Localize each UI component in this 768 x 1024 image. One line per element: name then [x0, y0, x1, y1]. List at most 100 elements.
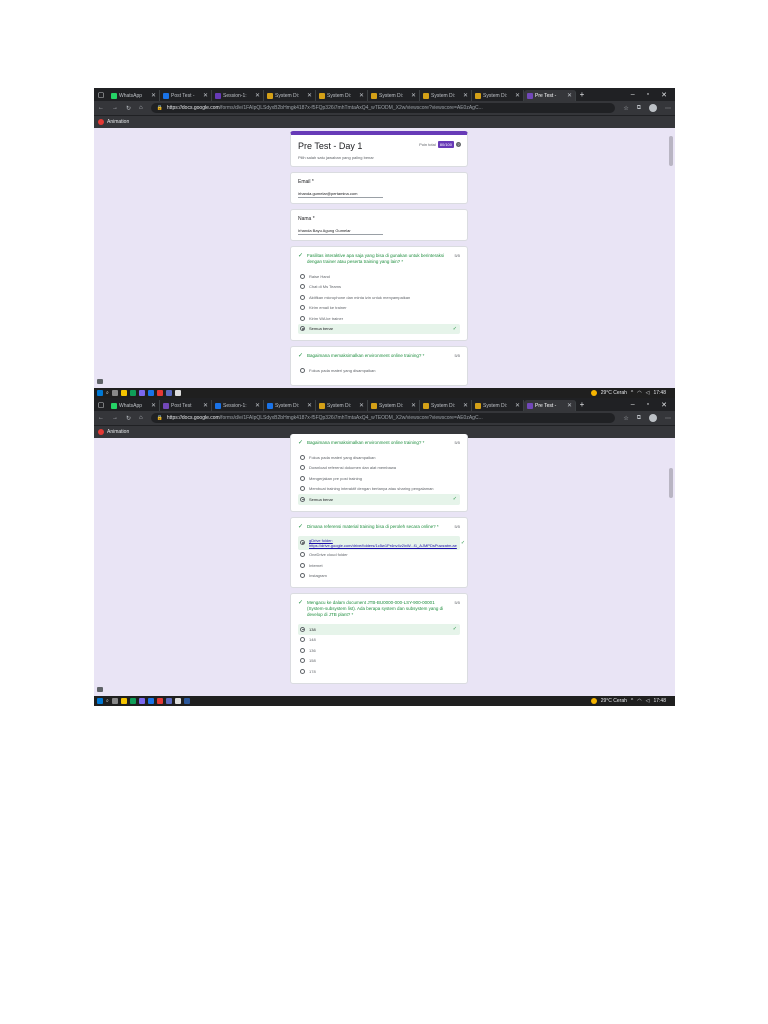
- pinned-app-icon[interactable]: [174, 698, 181, 704]
- file-explorer-icon[interactable]: [120, 390, 127, 396]
- clock[interactable]: 17:48: [653, 390, 666, 396]
- close-tab-icon[interactable]: ✕: [359, 402, 364, 409]
- clock[interactable]: 17:48: [653, 698, 666, 704]
- teams-icon[interactable]: [165, 390, 172, 396]
- browser-tab[interactable]: System Di: ✕: [420, 400, 472, 411]
- weather-text[interactable]: 29°C Cerah: [601, 390, 627, 396]
- close-tab-icon[interactable]: ✕: [567, 92, 572, 99]
- scrollbar[interactable]: [669, 468, 673, 498]
- search-icon[interactable]: ⌕: [106, 390, 109, 396]
- forward-icon[interactable]: →: [112, 415, 118, 421]
- minimize-icon[interactable]: –: [631, 91, 635, 99]
- browser-tab[interactable]: System Di: ✕: [316, 90, 368, 101]
- edge-icon[interactable]: [129, 698, 136, 704]
- forward-icon[interactable]: →: [112, 105, 118, 111]
- browser-tab[interactable]: System Di: ✕: [368, 400, 420, 411]
- weather-text[interactable]: 29°C Cerah: [601, 698, 627, 704]
- collections-icon[interactable]: ⧉: [637, 415, 641, 422]
- profile-avatar[interactable]: [649, 414, 657, 422]
- back-icon[interactable]: ←: [98, 105, 104, 111]
- volume-icon[interactable]: ◁: [646, 698, 650, 704]
- close-tab-icon[interactable]: ✕: [307, 402, 312, 409]
- browser-tab[interactable]: WhatsApp ✕: [108, 400, 160, 411]
- chat-icon[interactable]: [97, 379, 103, 384]
- pinned-app-icon[interactable]: [156, 698, 163, 704]
- close-tab-icon[interactable]: ✕: [463, 92, 468, 99]
- browser-tab[interactable]: Pre Test - ✕: [524, 400, 576, 411]
- minimize-icon[interactable]: –: [631, 401, 635, 409]
- browser-tab[interactable]: System Di: ✕: [472, 90, 524, 101]
- browser-tab[interactable]: Session-1: ✕: [212, 400, 264, 411]
- favorites-icon[interactable]: ☆: [623, 415, 628, 422]
- browser-tab[interactable]: Session-1: ✕: [212, 90, 264, 101]
- close-tab-icon[interactable]: ✕: [203, 92, 208, 99]
- restore-icon[interactable]: ▫: [647, 91, 649, 99]
- new-tab-button[interactable]: +: [576, 90, 588, 99]
- browser-tab[interactable]: System Di: ✕: [264, 400, 316, 411]
- volume-icon[interactable]: ◁: [646, 390, 650, 396]
- browser-tab[interactable]: Pre Test - ✕: [524, 90, 576, 101]
- store-icon[interactable]: [138, 698, 145, 704]
- close-tab-icon[interactable]: ✕: [359, 92, 364, 99]
- mail-icon[interactable]: [147, 390, 154, 396]
- chevron-up-icon[interactable]: ^: [631, 698, 633, 704]
- pinned-app-icon[interactable]: [174, 390, 181, 396]
- help-icon[interactable]: ?: [456, 142, 461, 147]
- start-icon[interactable]: [97, 698, 103, 704]
- reload-icon[interactable]: ↻: [126, 105, 131, 112]
- browser-tab[interactable]: System Di: ✕: [420, 90, 472, 101]
- close-tab-icon[interactable]: ✕: [515, 402, 520, 409]
- close-tab-icon[interactable]: ✕: [411, 92, 416, 99]
- close-tab-icon[interactable]: ✕: [411, 402, 416, 409]
- close-tab-icon[interactable]: ✕: [151, 92, 156, 99]
- teams-icon[interactable]: [165, 698, 172, 704]
- browser-tab[interactable]: Post Test ✕: [160, 400, 212, 411]
- close-tab-icon[interactable]: ✕: [255, 402, 260, 409]
- task-view-icon[interactable]: [111, 390, 118, 396]
- tab-actions-icon[interactable]: ▢: [94, 88, 108, 101]
- restore-icon[interactable]: ▫: [647, 401, 649, 409]
- favorites-icon[interactable]: ☆: [623, 105, 628, 112]
- new-tab-button[interactable]: +: [576, 400, 588, 409]
- more-menu-icon[interactable]: ⋯: [665, 105, 671, 112]
- more-menu-icon[interactable]: ⋯: [665, 415, 671, 422]
- home-icon[interactable]: ⌂: [139, 105, 143, 111]
- task-view-icon[interactable]: [111, 698, 118, 704]
- collections-icon[interactable]: ⧉: [637, 105, 641, 112]
- browser-tab[interactable]: WhatsApp ✕: [108, 90, 160, 101]
- close-tab-icon[interactable]: ✕: [255, 92, 260, 99]
- close-window-icon[interactable]: ✕: [661, 401, 667, 409]
- edge-icon[interactable]: [129, 390, 136, 396]
- mail-icon[interactable]: [147, 698, 154, 704]
- browser-tab[interactable]: System Di: ✕: [264, 90, 316, 101]
- browser-tab[interactable]: Post Test - ✕: [160, 90, 212, 101]
- file-explorer-icon[interactable]: [120, 698, 127, 704]
- word-icon[interactable]: [183, 698, 190, 704]
- scrollbar[interactable]: [669, 136, 673, 166]
- close-tab-icon[interactable]: ✕: [515, 92, 520, 99]
- back-icon[interactable]: ←: [98, 415, 104, 421]
- store-icon[interactable]: [138, 390, 145, 396]
- bookmark-animation[interactable]: Animation: [107, 429, 129, 435]
- bookmark-animation[interactable]: Animation: [107, 119, 129, 125]
- browser-tab[interactable]: System Di: ✕: [472, 400, 524, 411]
- chevron-up-icon[interactable]: ^: [631, 390, 633, 396]
- pinned-app-icon[interactable]: [156, 390, 163, 396]
- wifi-icon[interactable]: ◠: [637, 390, 641, 396]
- browser-tab[interactable]: System Di: ✕: [368, 90, 420, 101]
- home-icon[interactable]: ⌂: [139, 415, 143, 421]
- search-icon[interactable]: ⌕: [106, 698, 109, 704]
- close-window-icon[interactable]: ✕: [661, 91, 667, 99]
- tab-actions-icon[interactable]: ▢: [94, 398, 108, 411]
- wifi-icon[interactable]: ◠: [637, 698, 641, 704]
- close-tab-icon[interactable]: ✕: [151, 402, 156, 409]
- close-tab-icon[interactable]: ✕: [567, 402, 572, 409]
- chat-icon[interactable]: [97, 687, 103, 692]
- url-field[interactable]: 🔒 https://docs.google.com/forms/d/e/1FAI…: [150, 413, 616, 423]
- reload-icon[interactable]: ↻: [126, 415, 131, 422]
- url-field[interactable]: 🔒 https://docs.google.com/forms/d/e/1FAI…: [150, 103, 616, 113]
- close-tab-icon[interactable]: ✕: [463, 402, 468, 409]
- close-tab-icon[interactable]: ✕: [203, 402, 208, 409]
- profile-avatar[interactable]: [649, 104, 657, 112]
- close-tab-icon[interactable]: ✕: [307, 92, 312, 99]
